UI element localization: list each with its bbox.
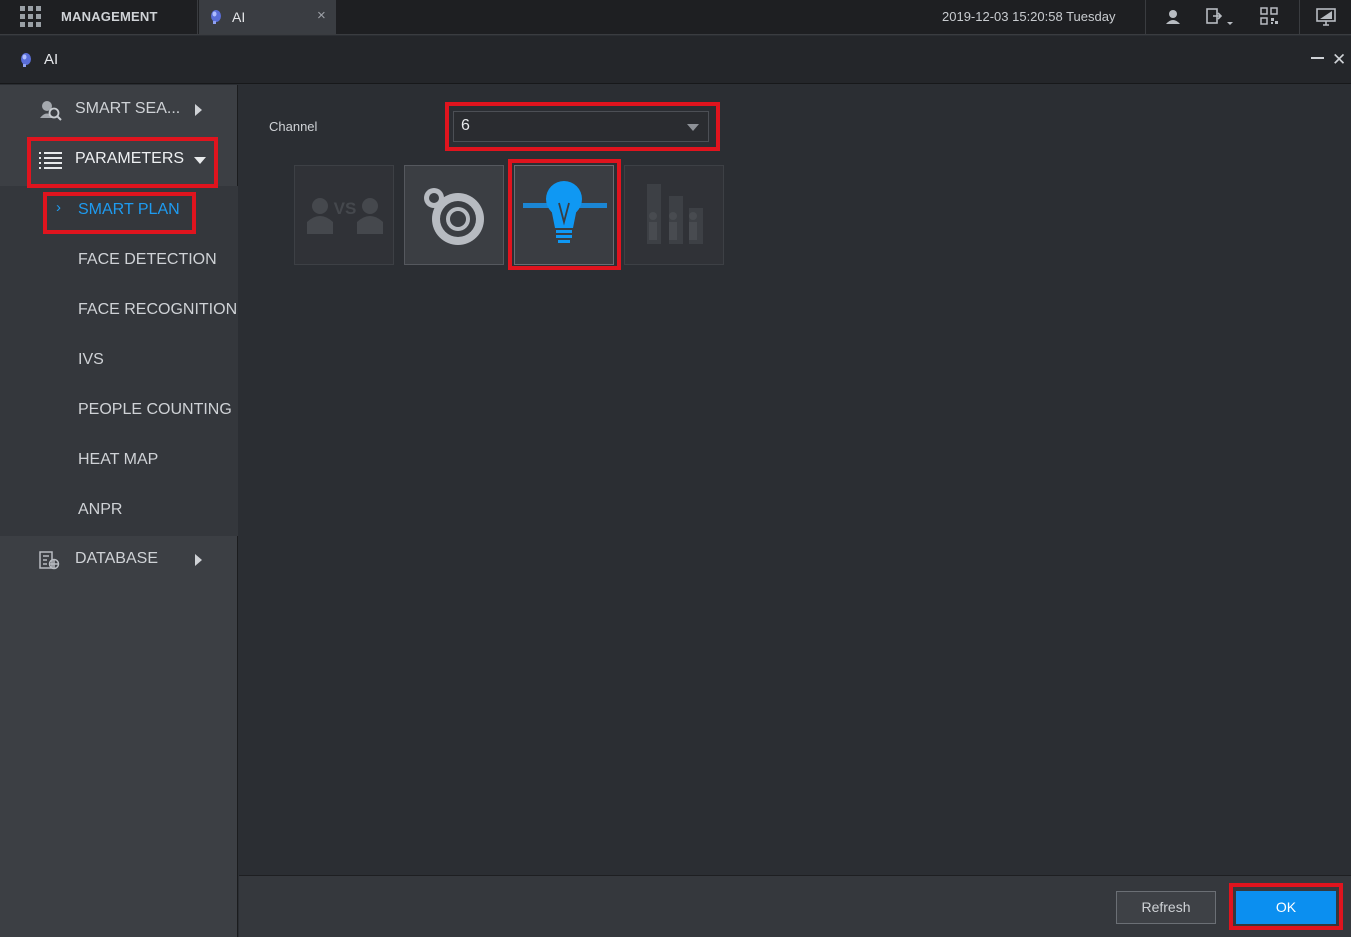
divider [197, 0, 198, 35]
top-bar: MANAGEMENT AI × 2019-12-03 15:20:58 Tues… [0, 0, 1351, 35]
sidebar-item-face-detection[interactable]: FACE DETECTION [0, 236, 238, 286]
highlight-box [445, 102, 720, 151]
ai-globe-icon [209, 9, 223, 25]
window-header: AI ✕ [0, 36, 1351, 84]
smart-search-icon [38, 98, 62, 122]
plan-people-counting [624, 165, 724, 265]
sidebar-item-label: HEAT MAP [78, 451, 159, 468]
vs-text: VS [334, 199, 357, 218]
window-title: AI [44, 51, 59, 68]
datetime-display: 2019-12-03 15:20:58 Tuesday [942, 9, 1116, 24]
minimize-icon[interactable] [1311, 57, 1324, 59]
people-counting-icon [647, 184, 703, 244]
sidebar-item-label: IVS [78, 351, 104, 368]
sidebar-item-label: DATABASE [75, 550, 158, 567]
plan-camera-lens[interactable] [404, 165, 504, 265]
grid-menu-icon[interactable] [20, 6, 41, 27]
sidebar-item-label: ANPR [78, 501, 123, 518]
sidebar-item-label: FACE RECOGNITION [78, 301, 238, 318]
refresh-button[interactable]: Refresh [1116, 891, 1216, 924]
highlight-box [43, 192, 196, 234]
sidebar-item-smart-search[interactable]: SMART SEA... [0, 85, 238, 135]
management-menu[interactable]: MANAGEMENT [61, 9, 158, 24]
display-icon[interactable] [1315, 6, 1337, 28]
sidebar-item-label: FACE DETECTION [78, 251, 217, 268]
tab-ai-label: AI [232, 9, 246, 25]
highlight-box [27, 137, 218, 188]
highlight-box [508, 159, 621, 270]
sidebar-item-people-counting[interactable]: PEOPLE COUNTING [0, 386, 238, 436]
sidebar-item-label: PEOPLE COUNTING [78, 401, 232, 418]
highlight-box [1229, 883, 1343, 930]
logout-icon[interactable] [1205, 6, 1233, 28]
database-icon [38, 548, 62, 572]
camera-lens-icon [424, 188, 484, 245]
chevron-right-icon [195, 104, 202, 116]
sidebar-item-anpr[interactable]: ANPR [0, 486, 238, 536]
user-icon[interactable] [1162, 6, 1184, 28]
chevron-right-icon [195, 554, 202, 566]
sidebar-item-label: SMART SEA... [75, 100, 181, 117]
divider [1145, 0, 1146, 35]
qr-code-icon[interactable] [1259, 6, 1281, 28]
close-tab-icon[interactable]: × [317, 7, 326, 24]
sidebar-item-heat-map[interactable]: HEAT MAP [0, 436, 238, 486]
plan-face-vs: VS [294, 165, 394, 265]
sidebar-item-database[interactable]: DATABASE [0, 535, 238, 585]
sidebar-item-ivs[interactable]: IVS [0, 336, 238, 386]
channel-label: Channel [269, 119, 318, 134]
divider [1299, 0, 1300, 35]
sidebar-item-face-recognition[interactable]: FACE RECOGNITION [0, 286, 238, 336]
face-vs-icon: VS [307, 198, 383, 234]
tab-ai[interactable]: AI × [199, 0, 336, 34]
ai-globe-icon [19, 52, 33, 68]
close-icon[interactable]: ✕ [1332, 50, 1346, 70]
